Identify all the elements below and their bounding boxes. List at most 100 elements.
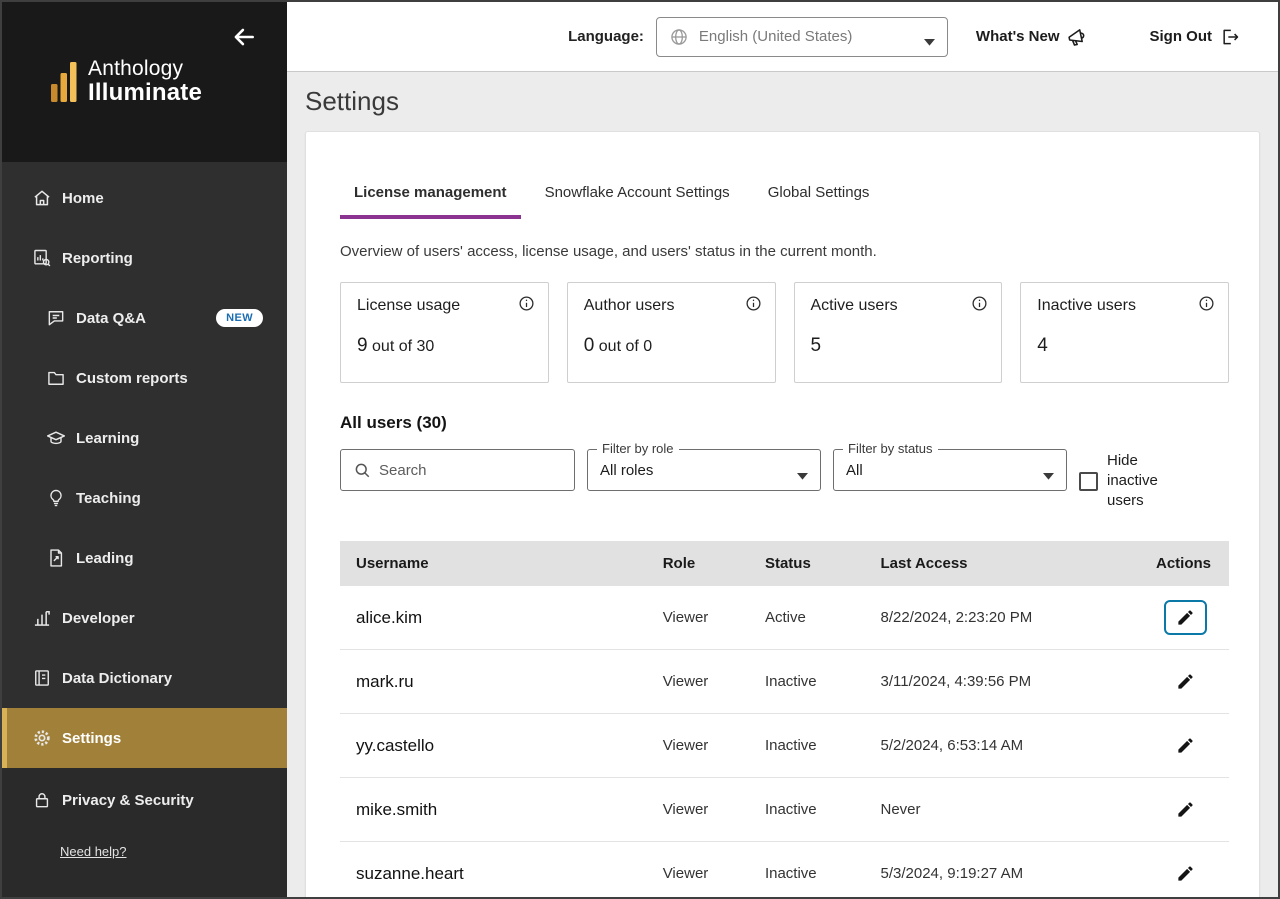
- stat-suffix: out of 30: [368, 338, 435, 355]
- sidebar: Anthology Illuminate Home Reporting Data…: [2, 2, 287, 897]
- filters-row: Filter by role All roles Filter by statu…: [340, 449, 1229, 511]
- collapse-sidebar-icon[interactable]: [231, 24, 261, 54]
- cell-username: mark.ru: [340, 650, 647, 714]
- leading-icon: [46, 548, 66, 568]
- cell-status: Inactive: [749, 778, 865, 842]
- tab-snowflake-account-settings[interactable]: Snowflake Account Settings: [531, 184, 744, 219]
- sidebar-item-leading[interactable]: Leading: [2, 528, 287, 588]
- brand-illuminate: Illuminate: [88, 80, 202, 105]
- info-icon[interactable]: [971, 295, 988, 312]
- caret-down-icon: [797, 467, 808, 474]
- stat-value: 4: [1037, 335, 1048, 356]
- sidebar-item-label: Data Q&A: [76, 310, 146, 327]
- filter-by-role-value: All roles: [600, 462, 653, 479]
- table-row: alice.kim Viewer Active 8/22/2024, 2:23:…: [340, 586, 1229, 650]
- caret-down-icon: [924, 33, 935, 40]
- stat-label: Active users: [811, 297, 986, 315]
- sign-out-label: Sign Out: [1150, 28, 1213, 45]
- whats-new-button[interactable]: What's New: [976, 26, 1088, 48]
- sidebar-item-reporting[interactable]: Reporting: [2, 228, 287, 288]
- cell-role: Viewer: [647, 586, 749, 650]
- pencil-icon: [1176, 736, 1195, 755]
- sidebar-item-label: Data Dictionary: [62, 670, 172, 687]
- stat-value: 0: [584, 335, 595, 356]
- data-dictionary-icon: [32, 668, 52, 688]
- edit-user-button[interactable]: [1164, 728, 1207, 763]
- edit-user-button[interactable]: [1164, 600, 1207, 635]
- lock-icon: [32, 790, 52, 810]
- page-title: Settings: [287, 72, 1278, 129]
- filter-by-status-select[interactable]: Filter by status All: [833, 449, 1067, 491]
- search-box: [340, 449, 575, 491]
- info-icon[interactable]: [518, 295, 535, 312]
- edit-user-button[interactable]: [1164, 664, 1207, 699]
- stat-value: 5: [811, 335, 822, 356]
- overview-text: Overview of users' access, license usage…: [340, 243, 1229, 260]
- cell-role: Viewer: [647, 778, 749, 842]
- col-username: Username: [340, 541, 647, 586]
- anthology-logo-icon: [50, 60, 78, 104]
- table-row: yy.castello Viewer Inactive 5/2/2024, 6:…: [340, 714, 1229, 778]
- info-icon[interactable]: [1198, 295, 1215, 312]
- sidebar-item-learning[interactable]: Learning: [2, 408, 287, 468]
- developer-icon: [32, 608, 52, 628]
- hide-inactive-checkbox[interactable]: [1079, 472, 1098, 491]
- filter-by-role-select[interactable]: Filter by role All roles: [587, 449, 821, 491]
- sidebar-item-label: Developer: [62, 610, 135, 627]
- cell-username: yy.castello: [340, 714, 647, 778]
- table-row: suzanne.heart Viewer Inactive 5/3/2024, …: [340, 842, 1229, 898]
- cell-status: Inactive: [749, 650, 865, 714]
- edit-user-button[interactable]: [1164, 856, 1207, 891]
- cell-status: Inactive: [749, 842, 865, 898]
- cell-last-access: 8/22/2024, 2:23:20 PM: [865, 586, 1132, 650]
- sidebar-item-custom-reports[interactable]: Custom reports: [2, 348, 287, 408]
- stat-label: Inactive users: [1037, 297, 1212, 315]
- filter-by-status-label: Filter by status: [843, 441, 938, 456]
- sidebar-header: Anthology Illuminate: [2, 2, 287, 162]
- filter-by-status-value: All: [846, 462, 863, 479]
- reporting-icon: [32, 248, 52, 268]
- brand-logo: Anthology Illuminate: [50, 58, 267, 105]
- cell-status: Active: [749, 586, 865, 650]
- stat-value: 9: [357, 335, 368, 356]
- sidebar-item-data-dictionary[interactable]: Data Dictionary: [2, 648, 287, 708]
- language-label: Language:: [568, 28, 644, 45]
- gear-icon: [32, 728, 52, 748]
- sidebar-item-data-qa[interactable]: Data Q&A NEW: [2, 288, 287, 348]
- col-last-access: Last Access: [865, 541, 1132, 586]
- sidebar-item-privacy-security[interactable]: Privacy & Security: [2, 770, 287, 830]
- pencil-icon: [1176, 608, 1195, 627]
- sign-out-button[interactable]: Sign Out: [1150, 27, 1241, 47]
- edit-user-button[interactable]: [1164, 792, 1207, 827]
- stat-label: License usage: [357, 297, 532, 315]
- stat-license-usage: License usage 9 out of 30: [340, 282, 549, 383]
- hide-inactive-users-control: Hide inactive users: [1079, 449, 1169, 511]
- sidebar-item-label: Teaching: [76, 490, 141, 507]
- app-window: Anthology Illuminate Home Reporting Data…: [0, 0, 1280, 899]
- stat-label: Author users: [584, 297, 759, 315]
- sidebar-item-settings[interactable]: Settings: [2, 708, 287, 768]
- sidebar-bottom-section: Privacy & Security Need help?: [2, 768, 287, 897]
- megaphone-icon: [1063, 23, 1089, 49]
- caret-down-icon: [1043, 467, 1054, 474]
- learning-icon: [46, 428, 66, 448]
- stats-row: License usage 9 out of 30 Author users 0…: [340, 282, 1229, 383]
- settings-card: License management Snowflake Account Set…: [305, 131, 1260, 897]
- sidebar-item-developer[interactable]: Developer: [2, 588, 287, 648]
- need-help-link[interactable]: Need help?: [60, 844, 127, 859]
- custom-reports-icon: [46, 368, 66, 388]
- cell-role: Viewer: [647, 842, 749, 898]
- language-select[interactable]: English (United States): [656, 17, 948, 57]
- stat-inactive-users: Inactive users 4: [1020, 282, 1229, 383]
- sidebar-item-home[interactable]: Home: [2, 168, 287, 228]
- sidebar-nav: Home Reporting Data Q&A NEW Custom repor…: [2, 162, 287, 897]
- info-icon[interactable]: [745, 295, 762, 312]
- tab-global-settings[interactable]: Global Settings: [754, 184, 884, 219]
- tab-bar: License management Snowflake Account Set…: [340, 184, 1229, 219]
- sidebar-item-teaching[interactable]: Teaching: [2, 468, 287, 528]
- search-input[interactable]: [379, 462, 564, 479]
- stat-author-users: Author users 0 out of 0: [567, 282, 776, 383]
- sidebar-item-label: Privacy & Security: [62, 792, 194, 809]
- tab-license-management[interactable]: License management: [340, 184, 521, 219]
- sign-out-icon: [1220, 27, 1240, 47]
